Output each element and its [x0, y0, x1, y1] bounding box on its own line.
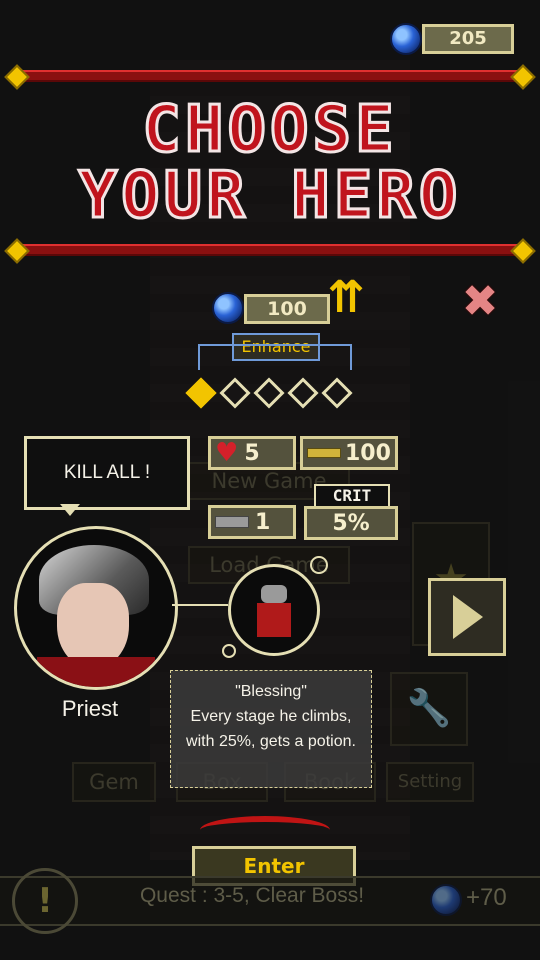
- title-line-2: YOUR HERO: [77, 159, 462, 233]
- crit-label: CRIT: [314, 484, 390, 508]
- hp-value: 5: [244, 440, 260, 466]
- defense-value: 1: [255, 509, 271, 535]
- gem-icon: [212, 292, 244, 324]
- speech-bubble: KILL ALL !: [24, 436, 190, 510]
- skill-title: "Blessing": [235, 683, 307, 700]
- title-line-1: CHOOSE: [141, 93, 398, 167]
- hero-sprite: [228, 564, 320, 656]
- enhance-cost: 100: [212, 292, 330, 326]
- thought-bubble-tiny: [222, 644, 236, 658]
- enhance-connector: [198, 344, 352, 370]
- enhance-cost-value: 100: [244, 294, 330, 324]
- speech-tail: [60, 504, 80, 516]
- next-hero-button[interactable]: [428, 578, 506, 656]
- defense-stat: 1: [208, 505, 296, 539]
- title-bottom-border: [14, 244, 526, 256]
- attack-stat: 100: [300, 436, 398, 470]
- speech-text: KILL ALL !: [63, 462, 151, 483]
- quest-reward: +70: [466, 884, 507, 911]
- quest-alert-icon: !: [12, 868, 78, 934]
- hp-stat: ♥ 5: [208, 436, 296, 470]
- quest-reward-gem-icon: [430, 884, 462, 916]
- gem-icon: [390, 23, 422, 55]
- gem-counter: 205: [388, 22, 516, 56]
- skill-description: Every stage he climbs, with 25%, gets a …: [186, 708, 356, 750]
- ribbon-decoration: [200, 816, 330, 844]
- upgrade-arrow-icon: ⇈: [327, 272, 365, 323]
- skill-panel: "Blessing" Every stage he climbs, with 2…: [170, 670, 372, 788]
- hero-collar: [37, 657, 155, 687]
- crit-stat: 5%: [304, 506, 398, 540]
- sprite-head: [261, 585, 287, 603]
- portrait-connector: [172, 604, 228, 606]
- hero-portrait: [14, 526, 178, 690]
- crit-value: 5%: [332, 510, 370, 536]
- sprite-body: [257, 603, 291, 637]
- close-icon[interactable]: ✖: [460, 280, 500, 324]
- gem-count: 205: [422, 24, 514, 54]
- sword-icon: [307, 448, 341, 458]
- hero-name: Priest: [61, 696, 119, 721]
- quest-text: Quest : 3-5, Clear Boss!: [139, 884, 365, 907]
- arrow-right-icon: [453, 595, 483, 639]
- attack-value: 100: [345, 440, 391, 466]
- thought-bubble-small: [310, 556, 328, 574]
- heart-icon: ♥: [215, 438, 239, 468]
- shield-icon: [215, 516, 249, 528]
- title-top-border: [14, 70, 526, 82]
